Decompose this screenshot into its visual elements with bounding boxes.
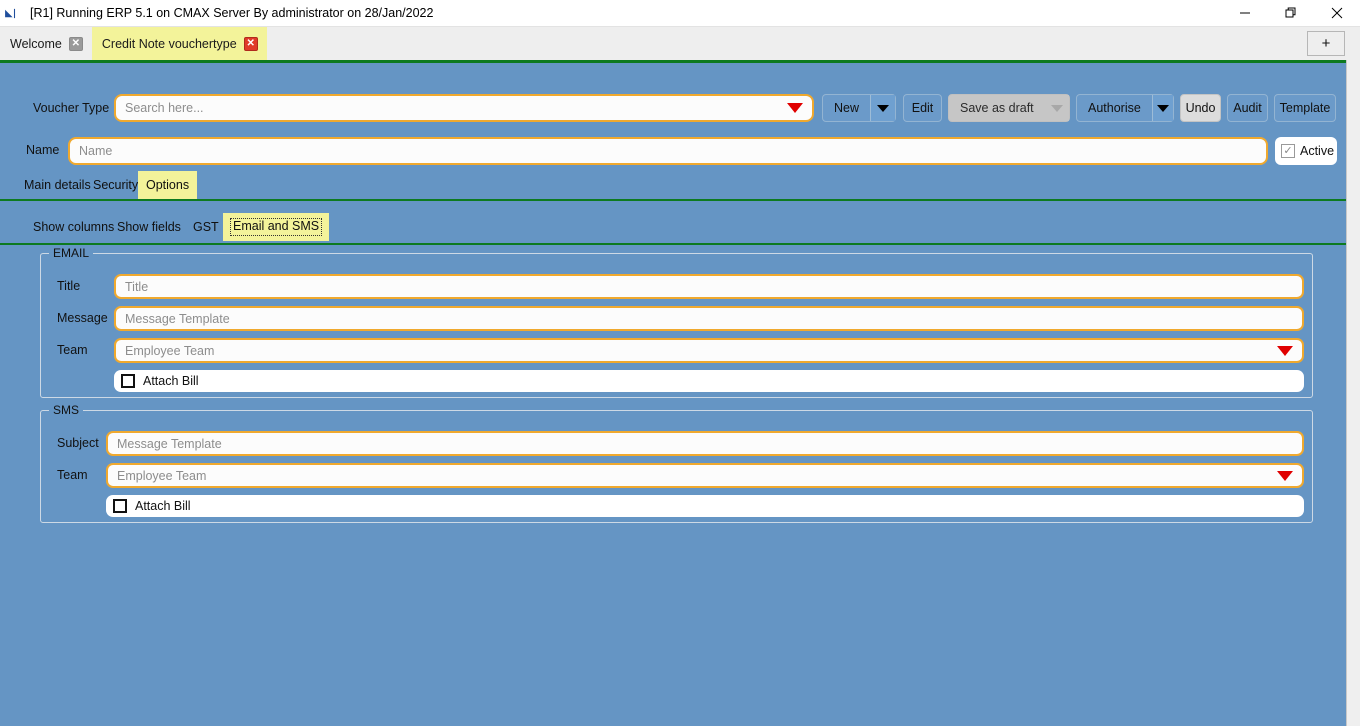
app-icon: ◣∣ bbox=[5, 7, 17, 18]
email-attach-bill-checkbox[interactable] bbox=[121, 374, 135, 388]
email-team-placeholder: Employee Team bbox=[125, 343, 215, 358]
voucher-type-toolbar-row: Voucher Type Search here... New Edit Sav… bbox=[0, 94, 1346, 122]
dropdown-caret-icon[interactable] bbox=[787, 103, 803, 113]
voucher-type-search-input[interactable]: Search here... bbox=[114, 94, 814, 122]
audit-button[interactable]: Audit bbox=[1227, 94, 1268, 122]
active-checkbox[interactable]: ✓ bbox=[1281, 144, 1295, 158]
name-placeholder: Name bbox=[79, 144, 113, 158]
chevron-down-icon bbox=[1050, 104, 1063, 112]
voucher-type-label: Voucher Type bbox=[33, 101, 110, 115]
window-controls bbox=[1222, 0, 1360, 26]
email-group-legend: EMAIL bbox=[49, 246, 94, 260]
email-attach-bill-row[interactable]: Attach Bill bbox=[114, 370, 1304, 392]
save-as-draft-button: Save as draft bbox=[948, 94, 1070, 122]
subtab-label: Email and SMS bbox=[230, 218, 323, 236]
email-title-input[interactable]: Title bbox=[114, 274, 1304, 299]
sms-subject-row: Subject Message Template bbox=[41, 431, 1312, 456]
email-message-input[interactable]: Message Template bbox=[114, 306, 1304, 331]
email-team-select[interactable]: Employee Team bbox=[114, 338, 1304, 363]
right-gutter-divider bbox=[1346, 60, 1347, 726]
chevron-down-icon bbox=[877, 104, 889, 112]
email-team-label: Team bbox=[57, 343, 88, 357]
sms-group: SMS Subject Message Template Team Employ… bbox=[40, 403, 1313, 523]
close-tab-icon[interactable]: ✕ bbox=[243, 36, 258, 51]
save-as-draft-dropdown bbox=[1044, 95, 1069, 121]
subtab-label: GST bbox=[193, 220, 219, 234]
authorise-button[interactable]: Authorise bbox=[1076, 94, 1174, 122]
close-icon[interactable] bbox=[1314, 0, 1360, 26]
email-title-placeholder: Title bbox=[125, 279, 149, 294]
tab-label: Security bbox=[93, 178, 139, 192]
document-tab-credit-note-vouchertype[interactable]: Credit Note vouchertype ✕ bbox=[91, 27, 267, 60]
tab-label: Options bbox=[146, 178, 190, 192]
email-group: EMAIL Title Title Message Message Templa… bbox=[40, 246, 1313, 398]
active-checkbox-container[interactable]: ✓ Active bbox=[1275, 137, 1337, 165]
email-title-label: Title bbox=[57, 279, 81, 293]
sms-attach-bill-row[interactable]: Attach Bill bbox=[106, 495, 1304, 517]
sms-attach-bill-checkbox[interactable] bbox=[113, 499, 127, 513]
email-team-row: Team Employee Team bbox=[41, 338, 1312, 363]
restore-icon[interactable] bbox=[1268, 0, 1314, 26]
name-input[interactable]: Name bbox=[68, 137, 1268, 165]
template-button-label: Template bbox=[1279, 101, 1331, 115]
edit-button-label: Edit bbox=[911, 101, 934, 115]
sms-subject-placeholder: Message Template bbox=[117, 436, 222, 451]
authorise-button-dropdown[interactable] bbox=[1151, 95, 1173, 121]
tab-options[interactable]: Options bbox=[138, 171, 198, 199]
chevron-down-icon bbox=[1156, 104, 1169, 112]
name-label: Name bbox=[26, 143, 60, 157]
tab-label: Main details bbox=[24, 178, 91, 192]
primary-tab-bar: Main details Security Options bbox=[0, 171, 1346, 201]
search-placeholder: Search here... bbox=[125, 101, 204, 115]
save-as-draft-label: Save as draft bbox=[960, 101, 1034, 115]
sms-team-label: Team bbox=[57, 468, 88, 482]
close-tab-icon[interactable]: ✕ bbox=[68, 36, 83, 51]
dropdown-caret-icon[interactable] bbox=[1277, 470, 1293, 481]
subtab-label: Show columns bbox=[33, 220, 115, 234]
dropdown-caret-icon[interactable] bbox=[1277, 345, 1293, 356]
sms-attach-bill-label: Attach Bill bbox=[135, 499, 191, 513]
active-label: Active bbox=[1300, 144, 1335, 158]
document-tab-label: Credit Note vouchertype bbox=[101, 36, 237, 51]
email-title-row: Title Title bbox=[41, 274, 1312, 299]
email-attach-bill-label: Attach Bill bbox=[143, 374, 199, 388]
new-button-dropdown[interactable] bbox=[870, 95, 895, 121]
subtab-show-fields[interactable]: Show fields bbox=[110, 213, 188, 241]
document-tab-strip: Welcome ✕ Credit Note vouchertype ✕ + bbox=[0, 26, 1360, 60]
audit-button-label: Audit bbox=[1233, 101, 1262, 115]
subtab-show-columns[interactable]: Show columns bbox=[26, 213, 121, 241]
document-tab-welcome[interactable]: Welcome ✕ bbox=[0, 27, 92, 60]
sms-subject-input[interactable]: Message Template bbox=[106, 431, 1304, 456]
undo-button[interactable]: Undo bbox=[1180, 94, 1221, 122]
new-button-label: New bbox=[834, 101, 860, 115]
name-row: Name Name ✓ Active bbox=[0, 137, 1346, 165]
window-title-bar: ◣∣ [R1] Running ERP 5.1 on CMAX Server B… bbox=[0, 0, 1360, 26]
email-message-label: Message bbox=[57, 311, 108, 325]
sms-team-placeholder: Employee Team bbox=[117, 468, 207, 483]
secondary-tab-bar: Show columns Show fields GST Email and S… bbox=[0, 213, 1346, 245]
sms-team-select[interactable]: Employee Team bbox=[106, 463, 1304, 488]
tab-security[interactable]: Security bbox=[85, 171, 146, 199]
window-title: [R1] Running ERP 5.1 on CMAX Server By a… bbox=[30, 6, 434, 20]
subtab-gst[interactable]: GST bbox=[186, 213, 226, 241]
authorise-button-label: Authorise bbox=[1088, 101, 1141, 115]
edit-button[interactable]: Edit bbox=[903, 94, 942, 122]
new-tab-button[interactable]: + bbox=[1307, 31, 1345, 56]
minimize-icon[interactable] bbox=[1222, 0, 1268, 26]
sms-team-row: Team Employee Team bbox=[41, 463, 1312, 488]
work-area: Voucher Type Search here... New Edit Sav… bbox=[0, 60, 1346, 726]
sms-group-legend: SMS bbox=[49, 403, 84, 417]
right-gutter bbox=[1346, 60, 1360, 726]
template-button[interactable]: Template bbox=[1274, 94, 1336, 122]
email-message-placeholder: Message Template bbox=[125, 311, 230, 326]
sms-subject-label: Subject bbox=[57, 436, 99, 450]
document-tab-label: Welcome bbox=[10, 36, 62, 51]
subtab-email-and-sms[interactable]: Email and SMS bbox=[223, 213, 330, 241]
undo-button-label: Undo bbox=[1185, 101, 1216, 115]
new-button[interactable]: New bbox=[822, 94, 896, 122]
subtab-label: Show fields bbox=[117, 220, 181, 234]
email-message-row: Message Message Template bbox=[41, 306, 1312, 331]
